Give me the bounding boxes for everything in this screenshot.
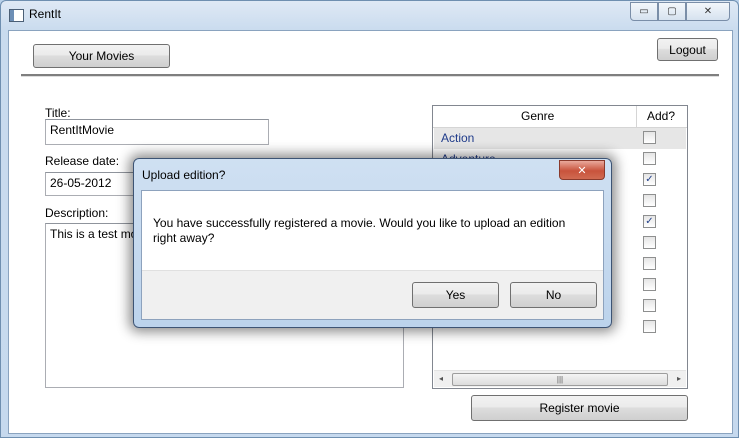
add-checkbox[interactable] xyxy=(643,152,656,165)
genre-column-header[interactable]: Genre xyxy=(521,109,554,123)
add-checkbox[interactable]: ✓ xyxy=(643,215,656,228)
horizontal-scrollbar[interactable]: ◂ ||| ▸ xyxy=(434,370,686,387)
scroll-right-icon[interactable]: ▸ xyxy=(677,374,681,383)
upload-edition-dialog: Upload edition? ✕ You have successfully … xyxy=(133,158,612,328)
window-title: RentIt xyxy=(29,7,62,21)
dialog-close-button[interactable]: ✕ xyxy=(559,160,605,180)
add-column-header[interactable]: Add? xyxy=(647,109,675,123)
genre-row[interactable]: Action xyxy=(434,128,686,149)
description-label: Description: xyxy=(45,206,109,220)
add-checkbox[interactable]: ✓ xyxy=(643,173,656,186)
maximize-button[interactable]: ▢ xyxy=(658,2,686,21)
no-button[interactable]: No xyxy=(510,282,597,308)
window-controls: ▭ ▢ ✕ xyxy=(630,2,730,21)
dialog-title: Upload edition? xyxy=(142,168,226,182)
add-checkbox[interactable] xyxy=(643,194,656,207)
add-checkbox[interactable] xyxy=(643,131,656,144)
dialog-body: You have successfully registered a movie… xyxy=(141,190,604,320)
genre-name: Action xyxy=(441,131,475,145)
column-divider xyxy=(636,106,637,127)
add-checkbox[interactable] xyxy=(643,236,656,249)
add-checkbox[interactable] xyxy=(643,320,656,333)
register-movie-button[interactable]: Register movie xyxy=(471,395,688,421)
app-icon xyxy=(9,9,24,22)
close-button[interactable]: ✕ xyxy=(686,2,730,21)
release-date-label: Release date: xyxy=(45,154,120,168)
header-separator xyxy=(21,74,719,77)
add-checkbox[interactable] xyxy=(643,257,656,270)
yes-button[interactable]: Yes xyxy=(412,282,499,308)
title-bar[interactable]: RentIt ▭ ▢ ✕ xyxy=(1,1,738,29)
add-checkbox[interactable] xyxy=(643,299,656,312)
scroll-left-icon[interactable]: ◂ xyxy=(439,374,443,383)
add-checkbox[interactable] xyxy=(643,278,656,291)
scroll-thumb[interactable]: ||| xyxy=(452,373,668,386)
title-field[interactable]: RentItMovie xyxy=(45,119,269,145)
dialog-footer: Yes No xyxy=(142,270,603,319)
your-movies-button[interactable]: Your Movies xyxy=(33,44,170,68)
title-label: Title: xyxy=(45,106,71,120)
minimize-button[interactable]: ▭ xyxy=(630,2,658,21)
logout-button[interactable]: Logout xyxy=(657,38,718,61)
grid-header: Genre Add? xyxy=(433,106,687,128)
dialog-message: You have successfully registered a movie… xyxy=(153,216,566,245)
